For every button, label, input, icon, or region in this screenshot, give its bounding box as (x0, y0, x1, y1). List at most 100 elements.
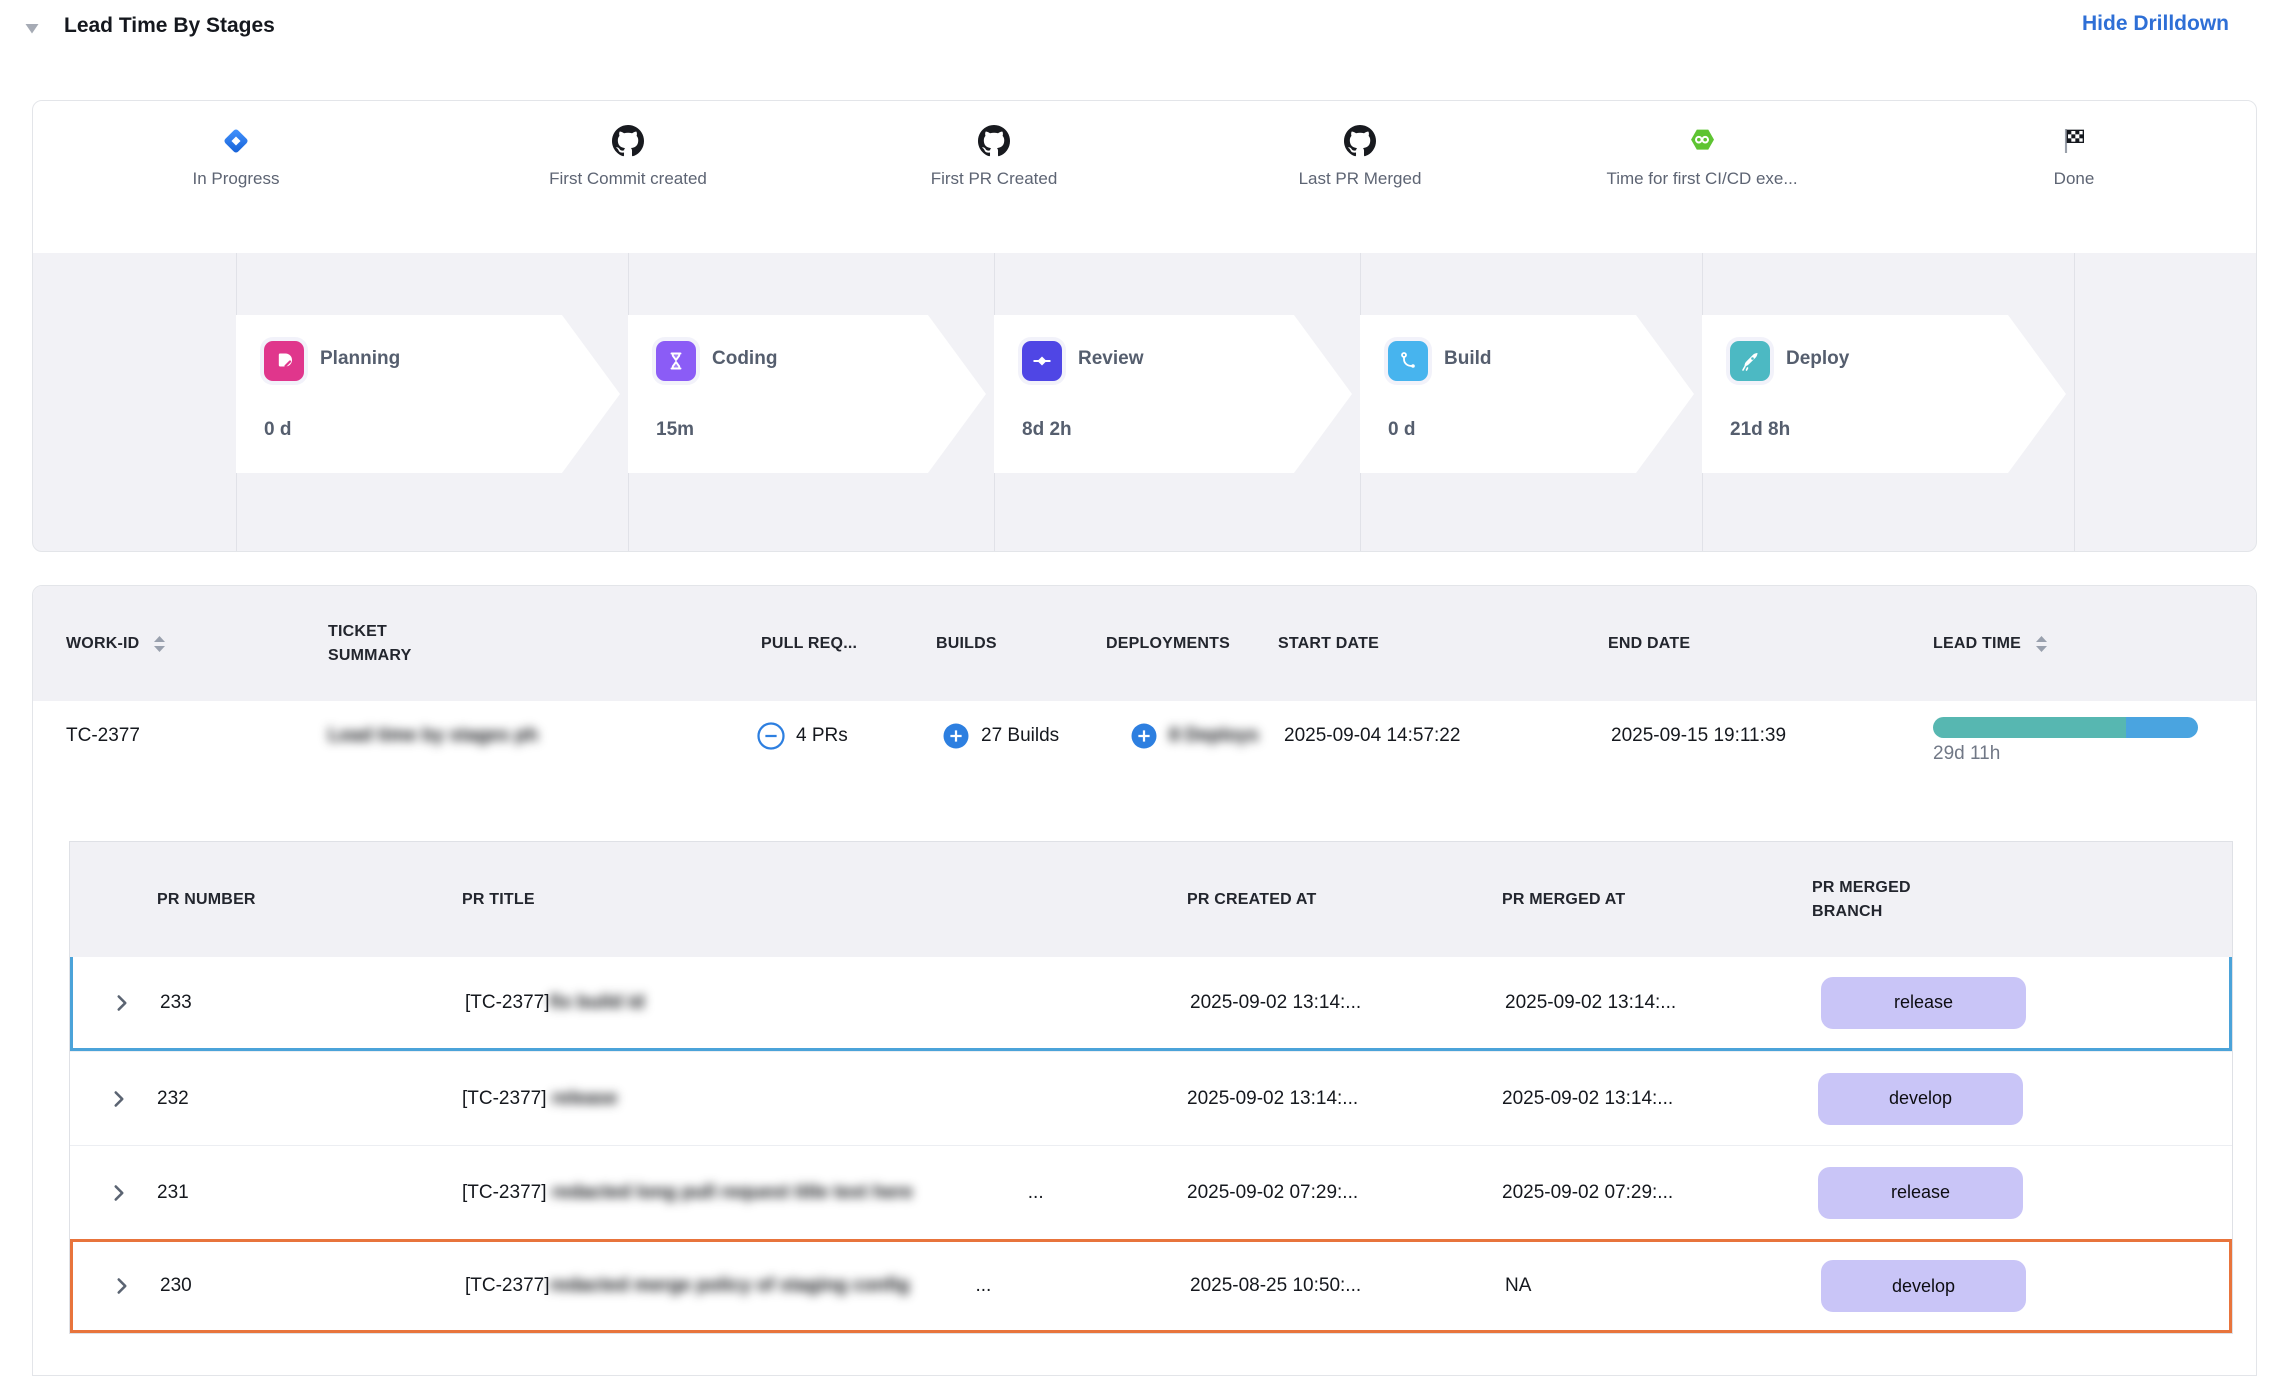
commit-node-icon (1022, 341, 1062, 381)
ticket-summary-redacted: Lead time by stages ph (328, 701, 718, 771)
stage-name: Build (1444, 348, 1492, 370)
collapse-triangle-icon[interactable] (22, 18, 44, 40)
pr-number: 230 (160, 1242, 192, 1330)
pr-row-231[interactable]: 231 [TC-2377] redacted long pull request… (70, 1145, 2232, 1239)
milestone-done: Done (1914, 101, 2234, 189)
hourglass-icon (656, 341, 696, 381)
branch-badge: release (1821, 977, 2026, 1029)
github-icon (834, 101, 1154, 163)
sort-icon[interactable] (2033, 633, 2050, 655)
pr-number: 232 (157, 1052, 189, 1145)
start-date-value: 2025-09-04 14:57:22 (1284, 701, 1460, 771)
milestone-divider (2074, 253, 2075, 552)
work-item-row[interactable]: TC-2377 Lead time by stages ph 4 PRs 27 … (33, 701, 2256, 771)
pr-branch-cell: develop (1818, 1052, 2023, 1145)
hide-drilldown-link[interactable]: Hide Drilldown (2082, 12, 2229, 36)
pr-branch-cell: develop (1821, 1242, 2026, 1330)
pr-merged-at: 2025-09-02 13:14:... (1505, 957, 1676, 1048)
builds-toggle[interactable]: 27 Builds (941, 701, 1059, 771)
branch-badge: develop (1818, 1073, 2023, 1125)
stage-card-review: Review 8d 2h (994, 315, 1358, 473)
chevron-right-icon[interactable] (109, 957, 135, 1048)
stage-duration: 0 d (264, 419, 291, 441)
branch-badge: release (1818, 1167, 2023, 1219)
pr-title: [TC-2377]fix build id (465, 957, 720, 1048)
pr-branch-cell: release (1818, 1146, 2023, 1239)
drilldown-table-panel: WORK-ID TICKET SUMMARY PULL REQ... BUILD… (32, 585, 2257, 1376)
milestone-in-progress: In Progress (76, 101, 396, 189)
pr-title: [TC-2377] redacted long pull request tit… (462, 1146, 1044, 1239)
rocket-icon (1730, 341, 1770, 381)
pr-row-232[interactable]: 232 [TC-2377] release 2025-09-02 13:14:.… (70, 1051, 2232, 1145)
stage-duration: 8d 2h (1022, 419, 1072, 441)
pr-created-at: 2025-08-25 10:50:... (1190, 1242, 1361, 1330)
milestone-label: First PR Created (834, 169, 1154, 189)
chevron-right-icon[interactable] (106, 1052, 132, 1145)
finish-flag-icon (1914, 101, 2234, 163)
pull-requests-toggle[interactable]: 4 PRs (756, 701, 848, 771)
end-date-value: 2025-09-15 19:11:39 (1611, 701, 1786, 771)
pr-title: [TC-2377] release (462, 1052, 708, 1145)
column-header-start-date: START DATE (1278, 586, 1379, 701)
minus-circle-icon[interactable] (756, 721, 786, 751)
column-header-pull-requests: PULL REQ... (761, 586, 857, 701)
branch-icon (1388, 341, 1428, 381)
stage-name: Deploy (1786, 348, 1849, 370)
plus-circle-icon[interactable] (941, 721, 971, 751)
pr-row-233[interactable]: 233 [TC-2377]fix build id 2025-09-02 13:… (70, 957, 2232, 1051)
pr-merged-at: 2025-09-02 07:29:... (1502, 1146, 1673, 1239)
chevron-right-icon[interactable] (109, 1242, 135, 1330)
milestone-label: In Progress (76, 169, 396, 189)
milestone-cicd: Time for first CI/CD exe... (1542, 101, 1862, 189)
stage-name: Coding (712, 348, 777, 370)
pr-table: PR NUMBER PR TITLE PR CREATED AT PR MERG… (69, 841, 2233, 1334)
lead-time-bar-teal (1933, 717, 2126, 738)
stage-duration: 15m (656, 419, 694, 441)
chevron-right-icon[interactable] (106, 1146, 132, 1239)
lead-time-value: 29d 11h (1933, 743, 2000, 765)
column-header-pr-title: PR TITLE (462, 842, 535, 957)
branch-badge: develop (1821, 1260, 2026, 1312)
stage-chevrons-area: Planning 0 d Coding 15m (33, 253, 2256, 552)
stage-card-deploy: Deploy 21d 8h (1702, 315, 2072, 473)
column-header-pr-created-at: PR CREATED AT (1187, 842, 1316, 957)
column-header-work-id: WORK-ID (66, 586, 168, 701)
pr-title: [TC-2377]redacted merge policy of stagin… (465, 1242, 991, 1330)
planning-icon (264, 341, 304, 381)
stage-card-coding: Coding 15m (628, 315, 992, 473)
work-id-value: TC-2377 (66, 701, 140, 771)
jira-issue-icon (76, 101, 396, 163)
pr-row-230[interactable]: 230 [TC-2377]redacted merge policy of st… (70, 1239, 2232, 1333)
deployments-toggle[interactable]: 8 Deploys (1129, 701, 1261, 771)
pr-number: 233 (160, 957, 192, 1048)
pr-merged-at: 2025-09-02 13:14:... (1502, 1052, 1673, 1145)
pr-branch-cell: release (1821, 957, 2026, 1048)
pr-number: 231 (157, 1146, 189, 1239)
pr-created-at: 2025-09-02 13:14:... (1190, 957, 1361, 1048)
column-header-ticket-summary: TICKET SUMMARY (328, 586, 440, 701)
column-header-builds: BUILDS (936, 586, 997, 701)
stage-name: Review (1078, 348, 1143, 370)
pr-created-at: 2025-09-02 13:14:... (1187, 1052, 1358, 1145)
stage-duration: 21d 8h (1730, 419, 1790, 441)
page-title: Lead Time By Stages (64, 14, 275, 38)
lead-time-stages-panel: In Progress First Commit created First P… (32, 100, 2257, 552)
column-header-end-date: END DATE (1608, 586, 1690, 701)
lead-time-bar (1933, 717, 2198, 738)
stage-duration: 0 d (1388, 419, 1415, 441)
stage-card-planning: Planning 0 d (236, 315, 626, 473)
github-icon (1200, 101, 1520, 163)
stage-name: Planning (320, 348, 400, 370)
column-header-pr-merged-at: PR MERGED AT (1502, 842, 1625, 957)
column-header-pr-merged-branch: PR MERGED BRANCH (1812, 842, 1924, 957)
column-header-lead-time: LEAD TIME (1933, 586, 2050, 701)
milestone-label: Done (1914, 169, 2234, 189)
github-icon (468, 101, 788, 163)
pr-table-header: PR NUMBER PR TITLE PR CREATED AT PR MERG… (70, 842, 2232, 957)
milestone-label: First Commit created (468, 169, 788, 189)
sort-icon[interactable] (151, 633, 168, 655)
cicd-icon (1542, 101, 1862, 163)
lead-time-bar-blue (2126, 717, 2198, 738)
plus-circle-icon[interactable] (1129, 721, 1159, 751)
column-header-pr-number: PR NUMBER (157, 842, 256, 957)
